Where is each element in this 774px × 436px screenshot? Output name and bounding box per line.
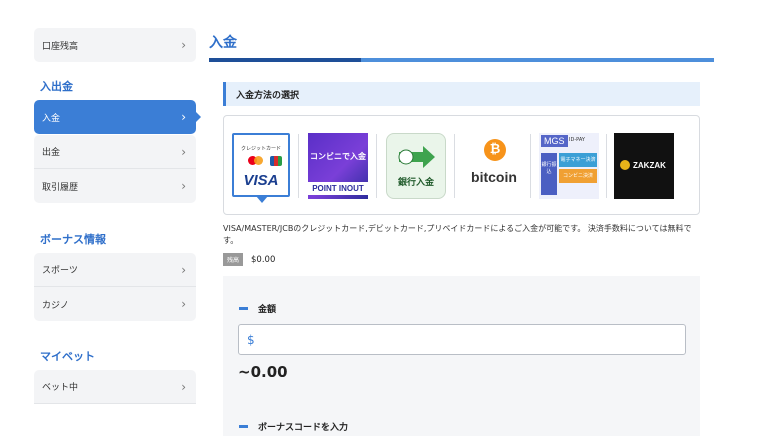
amount-panel: 金額 $ ~0.00 ボーナスコードを入力 [223, 276, 700, 436]
card-brands-icon [248, 156, 282, 168]
sidebar-item-betting[interactable]: ベット中 › [34, 370, 196, 404]
sidebar-item-label: 入金 [42, 113, 61, 124]
chevron-right-icon: › [181, 262, 186, 277]
sidebar-item-label: 取引履歴 [42, 182, 79, 193]
konbini-title: コンビニで入金 [310, 152, 366, 161]
title-underline-accent [209, 58, 361, 62]
balance-row: 残高 $0.00 [223, 253, 714, 266]
mgs-emoney: 電子マネー決済 [559, 153, 597, 167]
sidebar-item-label: ベット中 [42, 383, 79, 393]
zakzak-label: ZAKZAK [633, 160, 666, 170]
sidebar-item-casino[interactable]: カジノ › [34, 287, 196, 321]
method-bank[interactable]: 銀行入金 [386, 133, 446, 199]
balance-badge: 残高 [223, 253, 244, 266]
visa-logo: VISA [243, 172, 279, 189]
main-content: 入金 入金方法の選択 クレジットカード VISA コンビニで入金 POINT I… [209, 28, 714, 436]
method-bitcoin[interactable]: ₿ bitcoin [462, 133, 526, 199]
method-visa[interactable]: クレジットカード VISA [232, 133, 290, 203]
sidebar: 口座残高 › 入出金 入金 › 出金 › 取引履歴 › ボーナス情報 スポーツ … [34, 28, 201, 404]
section-heading-mybet: マイベット [40, 350, 95, 363]
sidebar-item-history[interactable]: 取引履歴 › [34, 169, 196, 203]
dash-icon [239, 425, 248, 428]
zakzak-icon [620, 160, 630, 170]
sidebar-item-deposit[interactable]: 入金 › [34, 100, 201, 134]
method-description: VISA/MASTER/JCBのクレジットカード,デビットカード,プリペイドカー… [223, 224, 692, 245]
chevron-right-icon: › [181, 297, 186, 311]
bonus-code-label-text: ボーナスコードを入力 [258, 423, 349, 433]
dollar-icon: $ [247, 332, 255, 347]
sidebar-item-label: 出金 [42, 148, 61, 158]
konbini-brand: POINT INOUT [308, 182, 368, 195]
balance-value: $0.00 [251, 254, 276, 265]
mgs-brand: MGS [541, 135, 568, 147]
chevron-right-icon: › [181, 379, 186, 394]
amount-input[interactable] [258, 334, 659, 345]
amount-total: ~0.00 [238, 363, 288, 381]
section-heading-bonus: ボーナス情報 [40, 233, 106, 246]
method-section-heading: 入金方法の選択 [223, 82, 700, 106]
page-title: 入金 [209, 35, 237, 51]
method-mgs[interactable]: MGS ID-PAY 銀行振込 電子マネー決済 コンビニ決済 [539, 133, 599, 199]
method-zakzak[interactable]: ZAKZAK [614, 133, 674, 199]
section-heading-deposit-withdraw: 入出金 [40, 80, 73, 93]
title-underline [209, 58, 714, 62]
bitcoin-icon: ₿ [484, 139, 506, 161]
method-konbini[interactable]: コンビニで入金 POINT INOUT [308, 133, 368, 199]
chevron-right-icon: › [181, 110, 186, 124]
sidebar-item-label: スポーツ [42, 266, 78, 276]
amount-input-wrapper[interactable]: $ [238, 324, 686, 355]
bank-transfer-icon [398, 146, 435, 168]
visa-caption: クレジットカード [240, 146, 281, 152]
bonus-code-label: ボーナスコードを入力 [239, 420, 348, 433]
chevron-right-icon: › [181, 38, 186, 52]
sidebar-item-withdraw[interactable]: 出金 › [34, 135, 196, 169]
sidebar-item-label: 口座残高 [42, 41, 79, 52]
sidebar-item-account-balance[interactable]: 口座残高 › [34, 28, 196, 62]
mgs-id-pay: ID-PAY [569, 137, 585, 143]
chevron-right-icon: › [181, 144, 186, 159]
sidebar-item-sports[interactable]: スポーツ › [34, 253, 196, 287]
dash-icon [239, 307, 248, 310]
payment-method-list: クレジットカード VISA コンビニで入金 POINT INOUT 銀行入金 ₿… [223, 115, 700, 215]
bank-label: 銀行入金 [397, 178, 434, 188]
mgs-konbini: コンビニ決済 [559, 169, 597, 183]
amount-label: 金額 [239, 302, 276, 315]
zakzak-logo: ZAKZAK [620, 160, 668, 170]
sidebar-item-label: カジノ [42, 300, 69, 311]
chevron-right-icon: › [181, 179, 186, 193]
amount-label-text: 金額 [258, 305, 277, 315]
mgs-bank: 銀行振込 [541, 153, 557, 195]
bitcoin-label: bitcoin [471, 169, 517, 185]
